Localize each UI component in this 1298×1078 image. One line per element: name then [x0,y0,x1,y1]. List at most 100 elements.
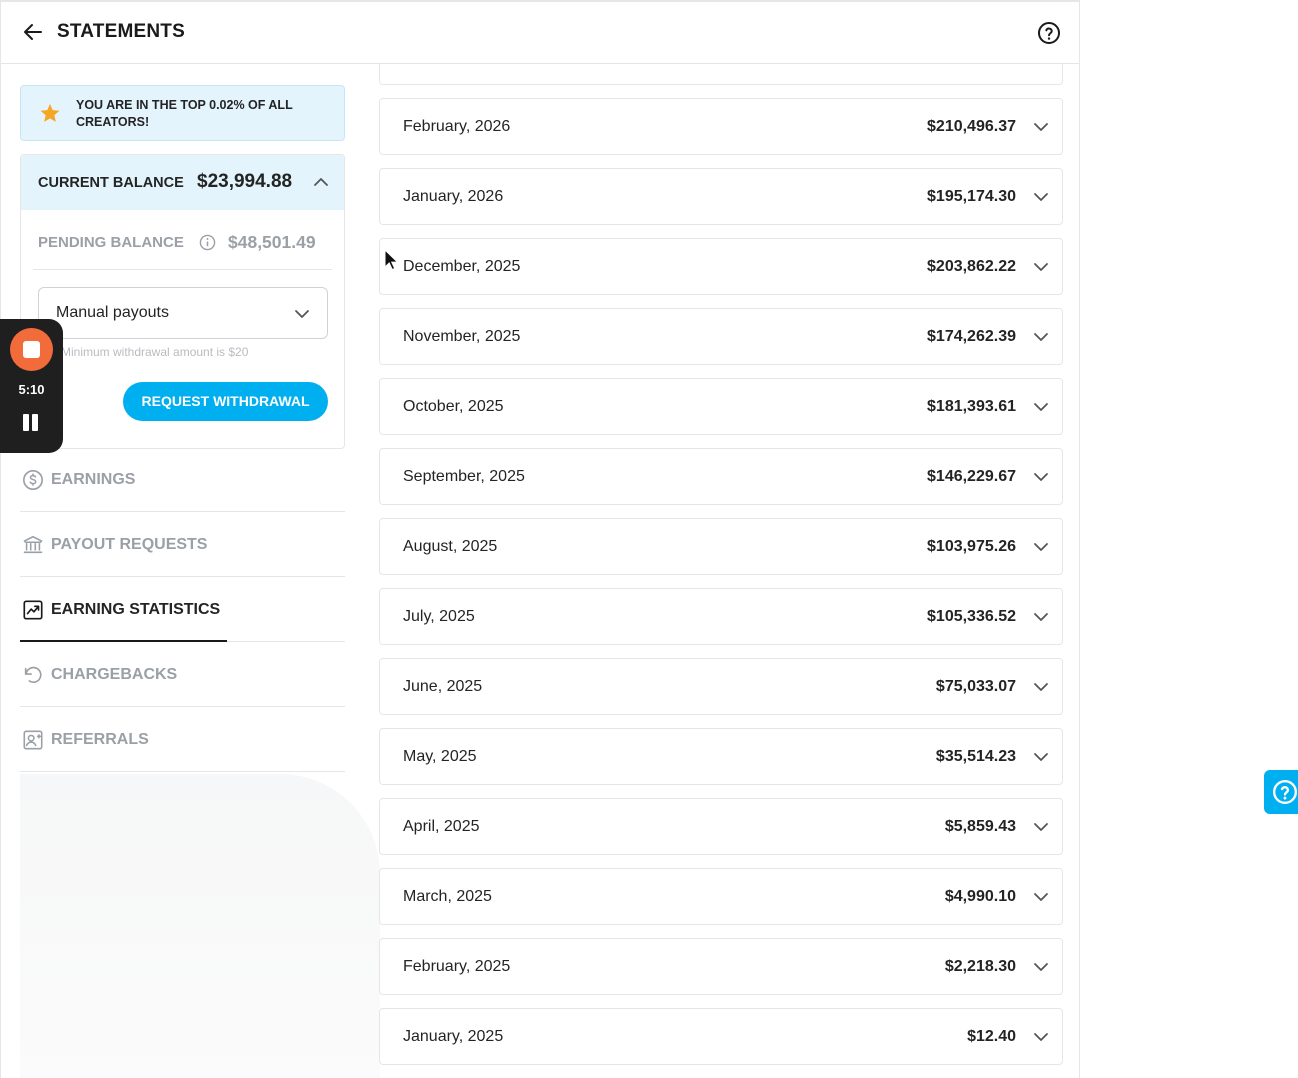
nav-label: CHARGEBACKS [51,666,178,683]
question-circle-icon[interactable] [1037,21,1061,45]
current-balance-amount: $23,994.88 [197,171,293,192]
min-withdrawal-note: Minimum withdrawal amount is $20 [61,345,249,359]
app-window: STATEMENTS YOU ARE IN THE TOP 0.02% OF A… [0,0,1080,1078]
statement-row-partial[interactable] [379,64,1063,85]
nav-item-payout-requests[interactable]: PAYOUT REQUESTS [20,512,345,577]
statement-row[interactable]: June, 2025 $75,033.07 [379,658,1063,715]
page-title: STATEMENTS [57,21,185,42]
statement-month: May, 2025 [403,748,477,765]
statement-amount: $105,336.52 [927,608,1016,625]
chevron-down-icon[interactable] [1032,678,1050,696]
screen-recorder-widget: 5:10 [0,319,63,453]
statement-row[interactable]: August, 2025 $103,975.26 [379,518,1063,575]
nav-item-referrals[interactable]: REFERRALS [20,707,345,772]
statement-row[interactable]: May, 2025 $35,514.23 [379,728,1063,785]
statement-amount: $210,496.37 [927,118,1016,135]
current-balance-header[interactable]: CURRENT BALANCE $23,994.88 [21,155,344,210]
nav-item-earning-statistics[interactable]: EARNING STATISTICS [20,577,345,642]
statement-row[interactable]: March, 2025 $4,990.10 [379,868,1063,925]
chevron-down-icon[interactable] [1032,328,1050,346]
statement-row[interactable]: December, 2025 $203,862.22 [379,238,1063,295]
chevron-down-icon[interactable] [1032,748,1050,766]
statement-month: February, 2026 [403,118,511,135]
chevron-up-icon[interactable] [312,173,330,191]
top-creator-banner: YOU ARE IN THE TOP 0.02% OF ALL CREATORS… [20,85,345,141]
contact-card-icon [22,729,44,751]
statements-list: February, 2026 $210,496.37 January, 2026 $1… [379,64,1063,1065]
statement-month: June, 2025 [403,678,483,695]
statement-month: December, 2025 [403,258,521,275]
statement-row[interactable]: February, 2026 $210,496.37 [379,98,1063,155]
nav-label: REFERRALS [51,731,149,748]
statement-month: September, 2025 [403,468,525,485]
mouse-pointer-icon [384,249,398,271]
pending-balance-label: PENDING BALANCE [38,234,184,251]
statement-amount: $103,975.26 [927,538,1016,555]
request-withdrawal-button[interactable]: REQUEST WITHDRAWAL [123,382,328,421]
statement-amount: $4,990.10 [944,888,1016,905]
statement-month: July, 2025 [403,608,475,625]
decorative-shadow [20,774,380,1078]
statement-amount: $203,862.22 [927,258,1016,275]
statement-amount: $5,859.43 [944,818,1016,835]
statement-row[interactable]: July, 2025 $105,336.52 [379,588,1063,645]
statement-amount: $195,174.30 [927,188,1016,205]
balance-card: CURRENT BALANCE $23,994.88 PENDING BALAN… [20,154,345,449]
statement-row[interactable]: January, 2026 $195,174.30 [379,168,1063,225]
statement-month: October, 2025 [403,398,504,415]
chevron-down-icon[interactable] [1032,468,1050,486]
recording-time: 5:10 [18,382,45,397]
arrow-left-icon[interactable] [21,20,45,44]
current-balance-label: CURRENT BALANCE [38,175,184,191]
statement-month: March, 2025 [403,888,492,905]
pending-balance-amount: $48,501.49 [228,232,316,252]
nav-item-chargebacks[interactable]: CHARGEBACKS [20,642,345,707]
statement-amount: $12.40 [967,1028,1016,1045]
chevron-down-icon[interactable] [1032,888,1050,906]
statement-amount: $181,393.61 [927,398,1016,415]
chevron-down-icon[interactable] [1032,118,1050,136]
chevron-down-icon[interactable] [1032,818,1050,836]
chevron-down-icon[interactable] [1032,538,1050,556]
chart-icon [22,599,44,621]
stop-recording-button[interactable] [10,328,53,371]
info-icon[interactable] [199,234,216,251]
undo-icon [22,664,44,686]
statement-amount: $2,218.30 [944,958,1016,975]
statement-amount: $35,514.23 [935,748,1016,765]
help-chat-button[interactable] [1264,770,1298,814]
nav-label: EARNINGS [51,471,136,488]
statement-row[interactable]: April, 2025 $5,859.43 [379,798,1063,855]
statement-amount: $174,262.39 [927,328,1016,345]
statement-row[interactable]: November, 2025 $174,262.39 [379,308,1063,365]
statement-row[interactable]: September, 2025 $146,229.67 [379,448,1063,505]
bank-icon [22,534,44,556]
statement-month: January, 2026 [403,188,504,205]
left-panel: YOU ARE IN THE TOP 0.02% OF ALL CREATORS… [20,85,345,449]
statement-row[interactable]: February, 2025 $2,218.30 [379,938,1063,995]
chevron-down-icon [293,305,311,323]
statement-amount: $75,033.07 [935,678,1016,695]
chevron-down-icon[interactable] [1032,608,1050,626]
question-circle-icon [1272,779,1298,805]
pause-icon[interactable] [22,413,40,433]
nav-item-earnings[interactable]: EARNINGS [20,447,345,512]
chevron-down-icon[interactable] [1032,1028,1050,1046]
statement-row[interactable]: October, 2025 $181,393.61 [379,378,1063,435]
chevron-down-icon[interactable] [1032,258,1050,276]
nav-label: PAYOUT REQUESTS [51,536,208,553]
pending-balance-row: PENDING BALANCE $48,501.49 [33,210,332,270]
statement-row[interactable]: January, 2025 $12.40 [379,1008,1063,1065]
star-icon [39,102,61,124]
chevron-down-icon[interactable] [1032,188,1050,206]
payout-mode-value: Manual payouts [56,304,169,321]
payout-mode-select[interactable]: Manual payouts [38,287,328,339]
chevron-down-icon[interactable] [1032,398,1050,416]
chevron-down-icon[interactable] [1032,958,1050,976]
page-header: STATEMENTS [1,2,1079,64]
statement-month: August, 2025 [403,538,498,555]
statement-month: April, 2025 [403,818,480,835]
dollar-circle-icon [22,469,44,491]
statement-month: November, 2025 [403,328,521,345]
statement-month: February, 2025 [403,958,511,975]
